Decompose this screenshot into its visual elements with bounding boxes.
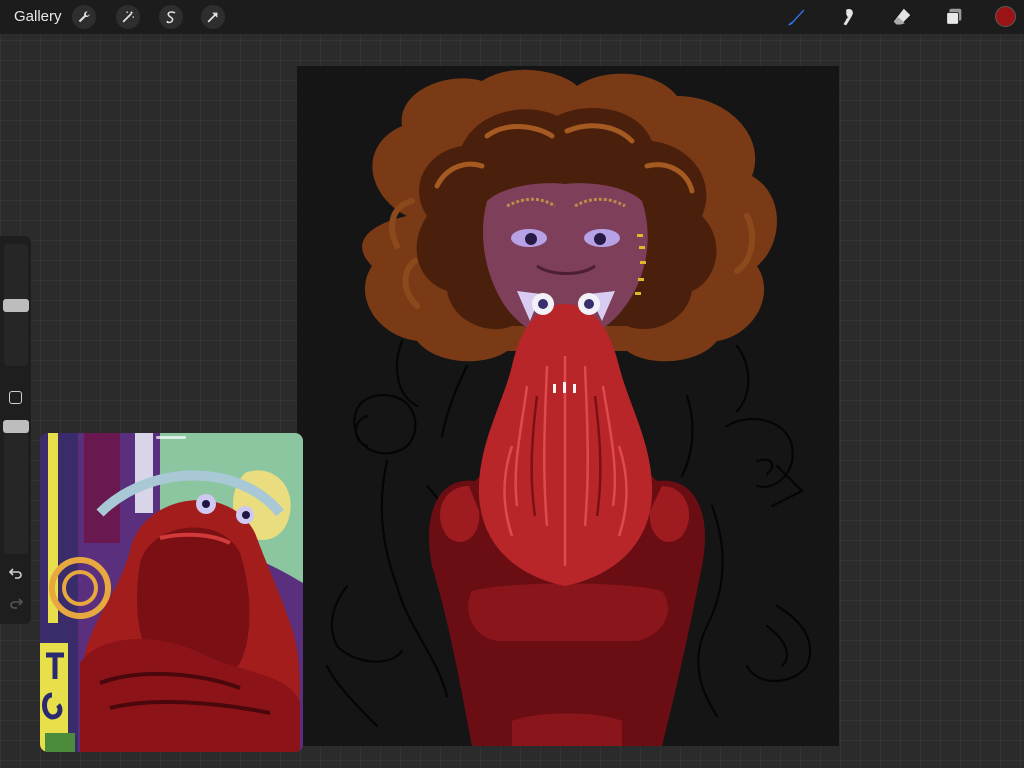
top-toolbar: Gallery (0, 0, 1024, 34)
redo-icon (10, 598, 23, 609)
opacity-slider[interactable] (3, 420, 29, 554)
selection-button[interactable] (159, 5, 183, 29)
brush-size-handle[interactable] (3, 299, 29, 312)
smudge-tool[interactable] (836, 4, 862, 30)
undo-button[interactable] (6, 564, 26, 582)
reference-drag-handle[interactable] (156, 436, 186, 439)
transform-arrow-icon (207, 12, 218, 23)
color-picker-swatch[interactable] (995, 6, 1016, 27)
eraser-tool[interactable] (889, 4, 915, 30)
redo-button[interactable] (6, 594, 26, 612)
actions-button[interactable] (72, 5, 96, 29)
layers-button[interactable] (941, 4, 967, 30)
opacity-handle[interactable] (3, 420, 29, 433)
gallery-button[interactable]: Gallery (14, 8, 62, 25)
modify-button[interactable] (9, 391, 22, 404)
undo-icon (9, 568, 22, 579)
smudge-icon (843, 8, 853, 26)
reference-window[interactable] (40, 433, 303, 752)
left-sidebar (0, 236, 31, 624)
layers-icon (946, 8, 962, 25)
reference-image (40, 433, 303, 752)
drawing-canvas[interactable] (297, 66, 839, 746)
brush-icon (787, 9, 805, 26)
eraser-icon (893, 8, 911, 25)
adjustments-button[interactable] (116, 5, 140, 29)
artwork-illustration (297, 66, 839, 746)
wrench-icon (78, 11, 90, 23)
brush-tool[interactable] (783, 4, 809, 30)
brush-size-slider[interactable] (3, 244, 29, 366)
selection-s-icon (166, 11, 176, 24)
transform-button[interactable] (201, 5, 225, 29)
magic-wand-icon (122, 10, 135, 23)
